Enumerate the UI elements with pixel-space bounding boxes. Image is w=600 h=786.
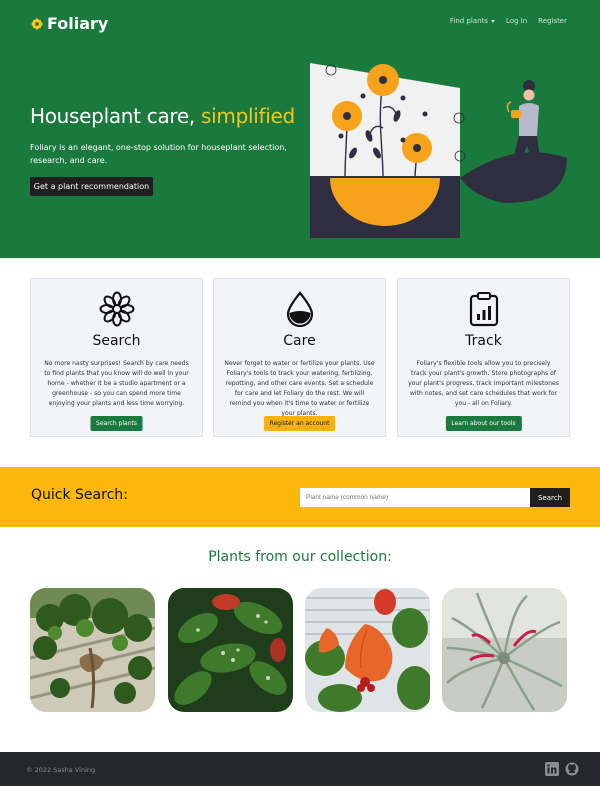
collection-title: Plants from our collection: (208, 549, 392, 565)
clipboard-chart-icon (469, 292, 498, 327)
nav-find-plants[interactable]: Find plants (450, 17, 495, 25)
plant-recommendation-button[interactable]: Get a plant recommendation (30, 177, 153, 196)
feature-card-track: Track Foliary's flexible tools allow you… (397, 278, 570, 437)
hero-illustration (310, 63, 567, 238)
search-plants-button[interactable]: Search plants (90, 416, 143, 431)
flower-icon (99, 291, 134, 327)
water-drop-icon (286, 291, 313, 327)
hero-title-main: Houseplant care, (30, 104, 202, 128)
card-title: Track (465, 333, 502, 349)
leaf-logo-icon (31, 18, 43, 29)
footer-copyright: © 2022 Sasha Vining (26, 766, 96, 774)
plant-photo-image (30, 588, 155, 712)
card-text: No more nasty surprises! Search by care … (44, 360, 189, 407)
plant-photo-4[interactable] (442, 588, 567, 712)
quick-search-label: Quick Search: (31, 487, 128, 503)
feature-card-care: Care Never forget to water or fertilize … (213, 278, 386, 437)
card-icon-wrap (398, 291, 569, 327)
brand-logo[interactable]: Foliary (31, 14, 108, 33)
card-text: Never forget to water or fertilize your … (224, 360, 375, 417)
quick-search-button[interactable]: Search (530, 488, 570, 507)
plant-photo-1[interactable] (30, 588, 155, 712)
hero-section: Foliary Find plants Log In Register Hous… (0, 0, 600, 258)
footer: © 2022 Sasha Vining (0, 752, 600, 786)
hero-title: Houseplant care, simplified (30, 104, 295, 128)
chevron-down-icon (490, 19, 495, 23)
card-text: Foliary's flexible tools allow you to pr… (408, 360, 559, 407)
card-title: Care (283, 333, 316, 349)
top-nav: Find plants Log In Register (450, 17, 567, 25)
quick-search-bar: Quick Search: Search (0, 467, 600, 527)
card-icon-wrap (31, 291, 202, 327)
card-icon-wrap (214, 291, 385, 327)
plant-name-search-input[interactable] (300, 488, 530, 507)
feature-card-search: Search No more nasty surprises! Search b… (30, 278, 203, 437)
nav-find-plants-label: Find plants (449, 17, 488, 25)
github-icon[interactable] (565, 762, 579, 776)
hero-title-accent: simplified (201, 104, 295, 128)
register-account-button[interactable]: Register an account (263, 416, 336, 431)
plant-photo-image (442, 588, 567, 712)
plant-photo-image (305, 588, 430, 712)
footer-social-links (545, 762, 579, 776)
learn-tools-button[interactable]: Learn about our tools (445, 416, 522, 431)
card-title: Search (92, 333, 141, 349)
plant-photo-3[interactable] (305, 588, 430, 712)
nav-log-in[interactable]: Log In (506, 17, 527, 25)
nav-register[interactable]: Register (538, 17, 567, 25)
linkedin-icon[interactable] (545, 762, 559, 776)
hero-subtitle: Foliary is an elegant, one-stop solution… (30, 143, 287, 165)
plant-photo-image (168, 588, 293, 712)
plant-photo-2[interactable] (168, 588, 293, 712)
brand-name[interactable]: Foliary (47, 14, 108, 33)
